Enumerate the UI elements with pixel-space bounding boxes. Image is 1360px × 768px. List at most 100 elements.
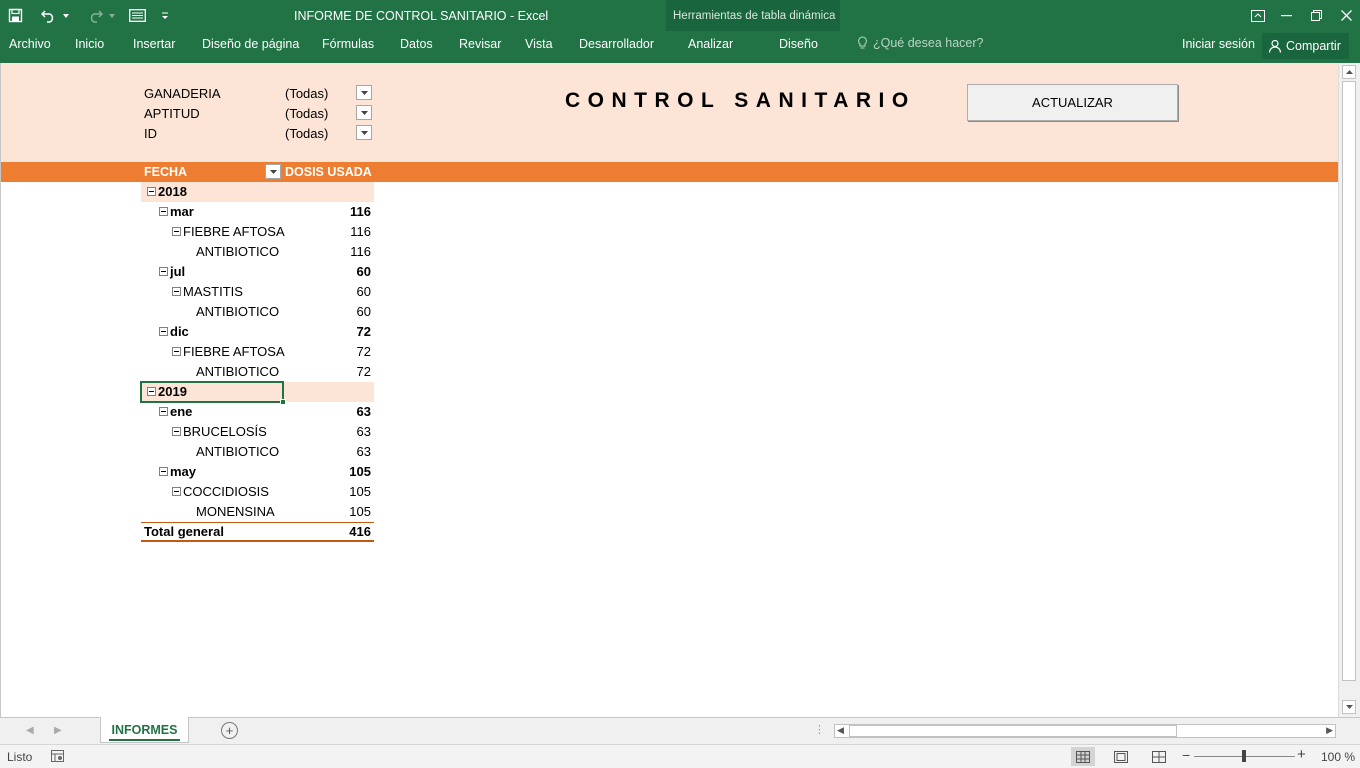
pivot-row-text: ANTIBIOTICO xyxy=(196,244,280,259)
collapse-icon[interactable] xyxy=(147,187,156,196)
pivot-row-drug[interactable]: MONENSINA 105 xyxy=(141,502,374,522)
page-layout-view-icon[interactable] xyxy=(1109,747,1133,766)
tab-vista[interactable]: Vista xyxy=(525,37,553,51)
undo-dropdown-icon[interactable] xyxy=(62,3,70,29)
collapse-icon[interactable] xyxy=(172,227,181,236)
pivot-row-month[interactable]: ene 63 xyxy=(141,402,374,422)
context-group-label: Herramientas de tabla dinámica xyxy=(673,10,836,22)
zoom-level[interactable]: 100 % xyxy=(1321,750,1355,764)
close-icon[interactable] xyxy=(1331,0,1360,31)
horizontal-scrollbar[interactable]: ◀ ▶ xyxy=(834,724,1336,738)
pivot-header: FECHA DOSIS USADA xyxy=(144,162,374,182)
sheet-tab-informes[interactable]: INFORMES xyxy=(100,717,189,743)
filter-dropdown-aptitud[interactable] xyxy=(356,105,372,120)
collapse-icon[interactable] xyxy=(172,427,181,436)
pivot-row-text: MONENSINA xyxy=(196,504,275,519)
page-break-view-icon[interactable] xyxy=(1147,747,1171,766)
pivot-row-disease[interactable]: FIEBRE AFTOSA 116 xyxy=(141,222,374,242)
sign-in-link[interactable]: Iniciar sesión xyxy=(1182,37,1255,51)
filter-value: (Todas) xyxy=(285,85,329,101)
filter-dropdown-ganaderia[interactable] xyxy=(356,85,372,100)
pivot-row-drug[interactable]: ANTIBIOTICO 63 xyxy=(141,442,374,462)
pivot-row-label: mar xyxy=(159,204,194,219)
pivot-row-month[interactable]: may 105 xyxy=(141,462,374,482)
filter-dropdown-id[interactable] xyxy=(356,125,372,140)
collapse-icon[interactable] xyxy=(159,207,168,216)
form-icon[interactable] xyxy=(124,3,150,29)
ribbon-display-options-icon[interactable] xyxy=(1243,0,1273,31)
redo-dropdown-icon xyxy=(108,3,116,29)
pivot-row-drug[interactable]: ANTIBIOTICO 72 xyxy=(141,362,374,382)
tell-me-text: ¿Qué desea hacer? xyxy=(873,36,984,50)
filter-value: (Todas) xyxy=(285,105,329,121)
tab-revisar[interactable]: Revisar xyxy=(459,37,501,51)
pivot-row-month[interactable]: mar 116 xyxy=(141,202,374,222)
prev-sheet-icon[interactable]: ◀ xyxy=(26,725,34,736)
pivot-row-label: MONENSINA xyxy=(196,504,275,519)
collapse-icon[interactable] xyxy=(159,267,168,276)
pivot-row-value: 60 xyxy=(356,284,371,299)
pivot-row-text: ANTIBIOTICO xyxy=(196,444,280,459)
tab-diseno-de-pagina[interactable]: Diseño de página xyxy=(202,37,299,51)
pivot-row-value: 105 xyxy=(349,464,371,479)
next-sheet-icon[interactable]: ▶ xyxy=(54,725,62,736)
share-button[interactable]: Compartir xyxy=(1262,33,1349,59)
collapse-icon[interactable] xyxy=(172,487,181,496)
collapse-icon[interactable] xyxy=(159,407,168,416)
save-icon[interactable] xyxy=(2,3,28,29)
tab-archivo[interactable]: Archivo xyxy=(9,37,51,51)
tab-inicio[interactable]: Inicio xyxy=(75,37,104,51)
tab-analizar[interactable]: Analizar xyxy=(688,37,733,51)
pivot-row-drug[interactable]: ANTIBIOTICO 116 xyxy=(141,242,374,262)
horizontal-scroll-thumb[interactable] xyxy=(849,725,1177,737)
pivot-row-year[interactable]: 2018 xyxy=(141,182,374,202)
tab-diseno[interactable]: Diseño xyxy=(779,37,818,51)
scroll-right-icon[interactable]: ▶ xyxy=(1326,725,1333,736)
grand-total-label: Total general xyxy=(144,524,224,539)
zoom-in-icon[interactable]: + xyxy=(1297,746,1306,763)
vertical-scroll-thumb[interactable] xyxy=(1342,81,1356,681)
pivot-row-disease[interactable]: BRUCELOSÍS 63 xyxy=(141,422,374,442)
collapse-icon[interactable] xyxy=(159,467,168,476)
lightbulb-icon xyxy=(857,36,868,50)
zoom-out-icon[interactable]: − xyxy=(1182,747,1190,763)
selected-cell[interactable] xyxy=(140,381,284,403)
pivot-grand-total-row[interactable]: Total general 416 xyxy=(141,522,374,542)
tab-desarrollador[interactable]: Desarrollador xyxy=(579,37,654,51)
pivot-row-disease[interactable]: FIEBRE AFTOSA 72 xyxy=(141,342,374,362)
scroll-left-icon[interactable]: ◀ xyxy=(837,725,844,736)
pivot-row-text: MASTITIS xyxy=(183,284,243,299)
tab-datos[interactable]: Datos xyxy=(400,37,433,51)
refresh-button[interactable]: ACTUALIZAR xyxy=(967,84,1178,121)
scroll-up-icon[interactable] xyxy=(1342,65,1356,79)
normal-view-icon[interactable] xyxy=(1071,747,1095,766)
pivot-row-text: COCCIDIOSIS xyxy=(183,484,269,499)
pivot-row-month[interactable]: jul 60 xyxy=(141,262,374,282)
pivot-row-drug[interactable]: ANTIBIOTICO 60 xyxy=(141,302,374,322)
customize-qat-icon[interactable] xyxy=(152,3,178,29)
pivot-row-disease[interactable]: COCCIDIOSIS 105 xyxy=(141,482,374,502)
vertical-scrollbar[interactable] xyxy=(1338,63,1360,717)
restore-icon[interactable] xyxy=(1301,0,1331,31)
new-sheet-icon[interactable]: + xyxy=(221,722,238,739)
fecha-filter-button[interactable] xyxy=(265,164,281,179)
collapse-icon[interactable] xyxy=(172,347,181,356)
worksheet-grid[interactable]: GANADERIA (Todas) APTITUD (Todas) ID (To… xyxy=(0,63,1339,717)
tab-formulas[interactable]: Fórmulas xyxy=(322,37,374,51)
tell-me-box[interactable]: ¿Qué desea hacer? xyxy=(857,36,984,50)
collapse-icon[interactable] xyxy=(159,327,168,336)
macro-record-icon[interactable] xyxy=(51,750,64,765)
zoom-slider-thumb[interactable] xyxy=(1242,750,1246,762)
tab-split-handle[interactable]: ⋮ xyxy=(814,723,825,736)
scroll-down-icon[interactable] xyxy=(1342,700,1356,714)
pivot-row-label: FIEBRE AFTOSA xyxy=(172,224,285,239)
pivot-row-month[interactable]: dic 72 xyxy=(141,322,374,342)
share-label: Compartir xyxy=(1286,39,1341,53)
pivot-row-label: FIEBRE AFTOSA xyxy=(172,344,285,359)
pivot-row-disease[interactable]: MASTITIS 60 xyxy=(141,282,374,302)
undo-icon[interactable] xyxy=(36,3,62,29)
tab-insertar[interactable]: Insertar xyxy=(133,37,175,51)
collapse-icon[interactable] xyxy=(172,287,181,296)
minimize-icon[interactable] xyxy=(1271,0,1301,31)
fill-handle[interactable] xyxy=(280,399,286,405)
